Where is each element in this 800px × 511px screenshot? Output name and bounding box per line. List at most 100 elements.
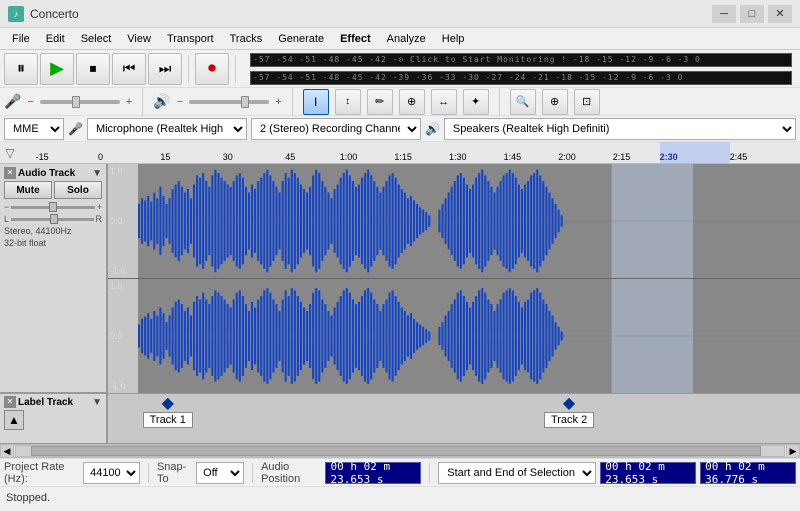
pan-thumb[interactable] <box>50 214 58 224</box>
footer-sep-2 <box>252 463 253 483</box>
output-vol-min: − <box>177 96 183 108</box>
menu-tracks[interactable]: Tracks <box>222 31 271 47</box>
waveform-container: 1.0 0.0 -1.0 1.0 0.0 -1.0 <box>108 164 800 393</box>
solo-button[interactable]: Solo <box>54 181 102 199</box>
minimize-button[interactable]: ─ <box>712 5 736 23</box>
tick-0: 0 <box>98 152 103 162</box>
scroll-left-button[interactable]: ◀ <box>0 444 14 458</box>
menu-file[interactable]: File <box>4 31 38 47</box>
next-button[interactable]: ⏭ <box>148 53 182 85</box>
label-track-content[interactable]: ◆ Track 1 ◆ Track 2 <box>108 394 800 443</box>
label-item-track2[interactable]: ◆ Track 2 <box>544 396 594 428</box>
track-menu-arrow[interactable]: ▼ <box>92 168 102 179</box>
vu-scale-top: -57 -54 -51 -48 -45 -42 -⊙ Click to Star… <box>253 55 701 64</box>
tick-2:00: 2:00 <box>558 152 576 162</box>
project-rate-select[interactable]: 44100 <box>83 462 140 484</box>
separator-vol <box>142 88 143 116</box>
channels-select[interactable]: 2 (Stereo) Recording Channels <box>251 118 421 140</box>
label-pin-1: ◆ <box>162 396 174 412</box>
label-track-controls: ✕ Label Track ▼ ▲ <box>0 394 108 443</box>
label-box-track1[interactable]: Track 1 <box>143 412 193 428</box>
project-rate-label: Project Rate (Hz): <box>4 461 79 485</box>
output-volume-slider[interactable] <box>189 100 269 104</box>
output-volume-thumb[interactable] <box>241 96 249 108</box>
selection-end-display[interactable]: 00 h 02 m 36.776 s <box>700 462 796 484</box>
y-top-1: 1.0 <box>108 166 138 176</box>
ruler-scale: -15 0 15 30 45 1:00 1:15 1:30 1:45 2:00 … <box>20 142 800 163</box>
title-bar: ♪ Concerto ─ □ ✕ <box>0 0 800 28</box>
tick-45: 45 <box>285 152 295 162</box>
timeshift-tool-button[interactable]: ↔ <box>431 89 457 115</box>
audio-position-display[interactable]: 00 h 02 m 23.653 s <box>325 462 421 484</box>
output-device-select[interactable]: Speakers (Realtek High Definiti) <box>444 118 796 140</box>
menu-select[interactable]: Select <box>73 31 120 47</box>
waveform-top[interactable] <box>138 164 800 279</box>
volume-min: − <box>27 96 33 108</box>
label-box-track2[interactable]: Track 2 <box>544 412 594 428</box>
menu-generate[interactable]: Generate <box>270 31 332 47</box>
volume-thumb[interactable] <box>72 96 80 108</box>
draw-tool-button[interactable]: ✏ <box>367 89 393 115</box>
zoom-tool-button[interactable]: ⊕ <box>399 89 425 115</box>
gain-thumb[interactable] <box>49 202 57 212</box>
transport-toolbar: ⏸ ▶ ⏹ ⏮ ⏭ ⏺ -57 -54 -51 -48 -45 -42 -⊙ C… <box>0 50 800 88</box>
label-track-arrow[interactable]: ▼ <box>92 397 102 408</box>
mute-button[interactable]: Mute <box>4 181 52 199</box>
timeline-ruler[interactable]: ▽ -15 0 15 30 45 1:00 1:15 1:30 1:45 2:0… <box>0 142 800 164</box>
selection-type-select[interactable]: Start and End of Selection <box>438 462 596 484</box>
label-track-close-button[interactable]: ✕ <box>4 396 16 408</box>
maximize-button[interactable]: □ <box>740 5 764 23</box>
volume-slider[interactable] <box>40 100 120 104</box>
volume-max: + <box>126 96 132 108</box>
scroll-track[interactable] <box>15 445 785 457</box>
gain-slider[interactable] <box>11 206 94 209</box>
pan-slider[interactable] <box>11 218 93 221</box>
fit-button[interactable]: ⊡ <box>574 89 600 115</box>
menu-transport[interactable]: Transport <box>159 31 222 47</box>
tick-1:15: 1:15 <box>394 152 412 162</box>
separator-2 <box>235 55 236 83</box>
vu-meter-top[interactable]: -57 -54 -51 -48 -45 -42 -⊙ Click to Star… <box>250 53 792 67</box>
device-row: MME 🎤 Microphone (Realtek High Defini 2 … <box>0 116 800 142</box>
footer-sep-3 <box>429 463 430 483</box>
snap-to-select[interactable]: Off <box>196 462 244 484</box>
tick-1:30: 1:30 <box>449 152 467 162</box>
envelope-tool-button[interactable]: ↕ <box>335 89 361 115</box>
output-vol-max: + <box>275 96 281 108</box>
track-controls-panel: ✕ Audio Track ▼ Mute Solo − + L R <box>0 164 108 393</box>
select-tool-button[interactable]: I <box>303 89 329 115</box>
menu-analyze[interactable]: Analyze <box>379 31 434 47</box>
menu-effect[interactable]: Effect <box>332 31 379 47</box>
audio-host-select[interactable]: MME <box>4 118 64 140</box>
zoom-out-button[interactable]: ⊕ <box>542 89 568 115</box>
tick--15: -15 <box>36 152 49 162</box>
play-button[interactable]: ▶ <box>40 53 74 85</box>
gain-max-label: + <box>97 202 102 212</box>
audio-track-name: Audio Track <box>18 168 92 179</box>
vu-meter-bottom[interactable]: -57 -54 -51 -48 -45 -42 -39 -36 -33 -30 … <box>250 71 792 85</box>
y-axis: 1.0 0.0 -1.0 1.0 0.0 -1.0 <box>108 164 138 393</box>
label-item-track1[interactable]: ◆ Track 1 <box>143 396 193 428</box>
close-button[interactable]: ✕ <box>768 5 792 23</box>
ruler-arrow: ▽ <box>0 142 20 164</box>
label-track-name: Label Track <box>18 397 92 408</box>
tick-2:15: 2:15 <box>613 152 631 162</box>
menu-view[interactable]: View <box>119 31 159 47</box>
menu-edit[interactable]: Edit <box>38 31 73 47</box>
menu-help[interactable]: Help <box>434 31 473 47</box>
pause-button[interactable]: ⏸ <box>4 53 38 85</box>
h-scrollbar[interactable]: ◀ ▶ <box>0 444 800 458</box>
track-close-button[interactable]: ✕ <box>4 167 16 179</box>
status-bar: Stopped. <box>0 486 800 508</box>
label-track-up-button[interactable]: ▲ <box>4 410 24 430</box>
multi-tool-button[interactable]: ✦ <box>463 89 489 115</box>
stop-button[interactable]: ⏹ <box>76 53 110 85</box>
record-button[interactable]: ⏺ <box>195 53 229 85</box>
input-device-select[interactable]: Microphone (Realtek High Defini <box>87 118 247 140</box>
prev-button[interactable]: ⏮ <box>112 53 146 85</box>
selection-start-display[interactable]: 00 h 02 m 23.653 s <box>600 462 696 484</box>
waveform-bottom[interactable] <box>138 279 800 393</box>
scroll-right-button[interactable]: ▶ <box>786 444 800 458</box>
zoom-in-button[interactable]: 🔍 <box>510 89 536 115</box>
scroll-thumb[interactable] <box>31 446 761 456</box>
